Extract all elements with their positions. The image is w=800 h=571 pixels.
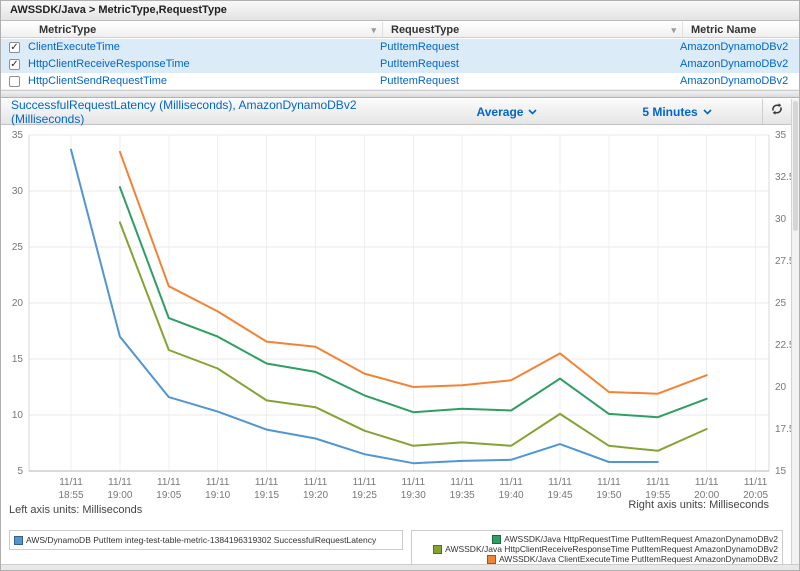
refresh-icon bbox=[770, 102, 784, 121]
row-checkbox[interactable] bbox=[9, 76, 20, 87]
legend-swatch-icon bbox=[433, 545, 442, 554]
bottom-strip bbox=[1, 564, 799, 570]
table-row[interactable]: ✓HttpClientReceiveResponseTimePutItemReq… bbox=[1, 56, 799, 73]
x-axis-date-label: 11/11 bbox=[108, 477, 132, 488]
metric-name-link[interactable]: AmazonDynamoDBv2 bbox=[672, 56, 799, 73]
sort-caret-icon[interactable]: ▾ bbox=[671, 22, 676, 38]
x-axis-time-label: 19:10 bbox=[205, 490, 230, 501]
row-checkbox[interactable]: ✓ bbox=[9, 42, 20, 53]
left-axis-tick-label: 25 bbox=[12, 242, 24, 253]
x-axis-time-label: 19:50 bbox=[596, 490, 621, 501]
legend-label: AWSSDK/Java HttpClientReceiveResponseTim… bbox=[445, 544, 778, 554]
x-axis-date-label: 11/11 bbox=[597, 477, 621, 488]
vertical-scrollbar[interactable] bbox=[791, 99, 799, 564]
statistic-dropdown[interactable]: Average bbox=[422, 104, 592, 119]
left-axis-tick-label: 15 bbox=[12, 354, 24, 365]
chart-title: SuccessfulRequestLatency (Milliseconds),… bbox=[1, 98, 422, 126]
legend-entry: AWSSDK/Java HttpRequestTime PutItemReque… bbox=[492, 534, 778, 544]
x-axis-date-label: 11/11 bbox=[157, 477, 181, 488]
x-axis-date-label: 11/11 bbox=[695, 477, 719, 488]
request-type-link[interactable]: PutItemRequest bbox=[372, 39, 672, 56]
x-axis-date-label: 11/11 bbox=[499, 477, 523, 488]
period-dropdown-label: 5 Minutes bbox=[642, 105, 697, 119]
left-axis-tick-label: 10 bbox=[12, 410, 24, 421]
refresh-button[interactable] bbox=[762, 99, 791, 124]
x-axis-time-label: 19:25 bbox=[352, 490, 377, 501]
metrics-table-header: MetricType ▾ RequestType ▾ Metric Name bbox=[1, 22, 799, 38]
legend-entry: AWSSDK/Java HttpClientReceiveResponseTim… bbox=[433, 544, 778, 554]
left-axis-tick-label: 20 bbox=[12, 298, 24, 309]
chart-panel-header: SuccessfulRequestLatency (Milliseconds),… bbox=[1, 99, 791, 125]
x-axis-time-label: 19:30 bbox=[401, 490, 426, 501]
legend-box-left: AWS/DynamoDB PutItem integ-test-table-me… bbox=[9, 530, 403, 550]
x-axis-date-label: 11/11 bbox=[402, 477, 426, 488]
right-axis-units-label: Right axis units: Milliseconds bbox=[628, 499, 769, 511]
right-axis-tick-label: 35 bbox=[775, 130, 787, 141]
right-axis-tick-label: 20 bbox=[775, 382, 787, 393]
legend-entry: AWSSDK/Java ClientExecuteTime PutItemReq… bbox=[487, 554, 778, 564]
table-row[interactable]: ✓ClientExecuteTimePutItemRequestAmazonDy… bbox=[1, 39, 799, 56]
x-axis-time-label: 19:20 bbox=[303, 490, 328, 501]
latency-line-chart: 51015202530351517.52022.52527.53032.5351… bbox=[1, 126, 793, 504]
metrics-table-body: ✓ClientExecuteTimePutItemRequestAmazonDy… bbox=[1, 39, 799, 90]
metric-type-link[interactable]: HttpClientReceiveResponseTime bbox=[20, 56, 372, 73]
x-axis-time-label: 19:15 bbox=[254, 490, 279, 501]
x-axis-date-label: 11/11 bbox=[255, 477, 279, 488]
legend-swatch-icon bbox=[487, 555, 496, 564]
legend-swatch-icon bbox=[492, 535, 501, 544]
chevron-down-icon bbox=[528, 104, 537, 118]
x-axis-date-label: 11/11 bbox=[646, 477, 670, 488]
chart-area: 51015202530351517.52022.52527.53032.5351… bbox=[1, 126, 791, 564]
legend-entry: AWS/DynamoDB PutItem integ-test-table-me… bbox=[14, 535, 376, 545]
x-axis-date-label: 11/11 bbox=[353, 477, 377, 488]
x-axis-date-label: 11/11 bbox=[304, 477, 328, 488]
right-axis-tick-label: 15 bbox=[775, 466, 787, 477]
x-axis-date-label: 11/11 bbox=[744, 477, 768, 488]
request-type-link[interactable]: PutItemRequest bbox=[372, 56, 672, 73]
x-axis-time-label: 19:40 bbox=[499, 490, 524, 501]
metric-type-link[interactable]: HttpClientSendRequestTime bbox=[20, 73, 372, 89]
x-axis-time-label: 18:55 bbox=[58, 490, 83, 501]
left-axis-units-label: Left axis units: Milliseconds bbox=[9, 504, 142, 516]
chevron-down-icon bbox=[703, 104, 712, 118]
column-header-label: RequestType bbox=[391, 24, 459, 36]
cloudwatch-metrics-window: AWSSDK/Java > MetricType,RequestType Met… bbox=[0, 0, 800, 571]
column-header-label: Metric Name bbox=[691, 24, 756, 36]
x-axis-date-label: 11/11 bbox=[59, 477, 83, 488]
scrollbar-thumb[interactable] bbox=[793, 101, 798, 231]
x-axis-time-label: 19:35 bbox=[450, 490, 475, 501]
right-axis-tick-label: 30 bbox=[775, 214, 787, 225]
left-axis-tick-label: 5 bbox=[17, 466, 23, 477]
metric-name-link[interactable]: AmazonDynamoDBv2 bbox=[672, 39, 799, 56]
row-checkbox[interactable]: ✓ bbox=[9, 59, 20, 70]
column-header-metrictype[interactable]: MetricType ▾ bbox=[31, 22, 383, 37]
request-type-link[interactable]: PutItemRequest bbox=[372, 73, 672, 89]
x-axis-date-label: 11/11 bbox=[206, 477, 230, 488]
x-axis-date-label: 11/11 bbox=[548, 477, 572, 488]
metric-type-link[interactable]: ClientExecuteTime bbox=[20, 39, 372, 56]
metric-name-link[interactable]: AmazonDynamoDBv2 bbox=[672, 73, 799, 89]
column-header-requesttype[interactable]: RequestType ▾ bbox=[383, 22, 683, 37]
metrics-table-title: AWSSDK/Java > MetricType,RequestType bbox=[1, 1, 799, 21]
left-axis-tick-label: 35 bbox=[12, 130, 24, 141]
left-axis-tick-label: 30 bbox=[12, 186, 24, 197]
legend-label: AWSSDK/Java HttpRequestTime PutItemReque… bbox=[504, 534, 778, 544]
legend-box-right: AWSSDK/Java HttpRequestTime PutItemReque… bbox=[411, 530, 783, 567]
legend-label: AWS/DynamoDB PutItem integ-test-table-me… bbox=[26, 535, 376, 545]
column-header-label: MetricType bbox=[39, 24, 96, 36]
column-header-metricname[interactable]: Metric Name bbox=[683, 22, 799, 37]
table-row[interactable]: HttpClientSendRequestTimePutItemRequestA… bbox=[1, 73, 799, 90]
x-axis-time-label: 19:00 bbox=[107, 490, 132, 501]
legend-swatch-icon bbox=[14, 536, 23, 545]
x-axis-time-label: 19:45 bbox=[547, 490, 572, 501]
statistic-dropdown-label: Average bbox=[477, 105, 524, 119]
x-axis-time-label: 19:05 bbox=[156, 490, 181, 501]
x-axis-date-label: 11/11 bbox=[450, 477, 474, 488]
sort-caret-icon[interactable]: ▾ bbox=[371, 22, 376, 38]
checkbox-column-header bbox=[1, 22, 31, 37]
period-dropdown[interactable]: 5 Minutes bbox=[592, 104, 762, 119]
legend-label: AWSSDK/Java ClientExecuteTime PutItemReq… bbox=[499, 554, 778, 564]
right-axis-tick-label: 25 bbox=[775, 298, 787, 309]
